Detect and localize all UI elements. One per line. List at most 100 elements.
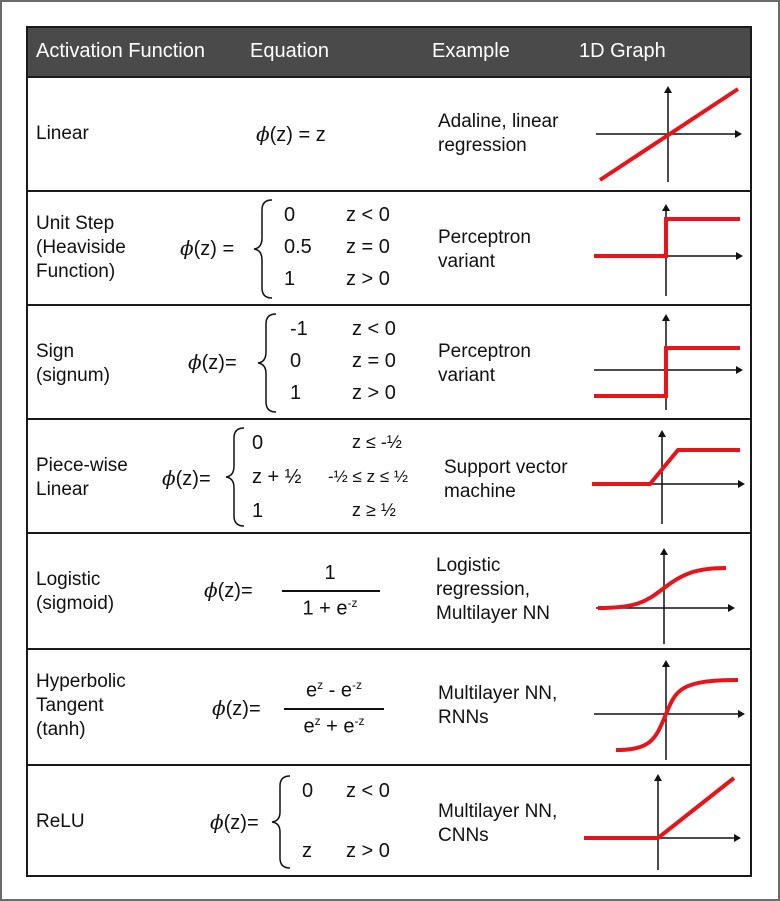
example-line: Perceptron (438, 341, 531, 362)
function-name: Hyperbolic Tangent (tanh) (36, 670, 126, 742)
function-name-line: Piece-wise (36, 455, 128, 476)
y-axis-arrow (662, 660, 670, 667)
example: Support vector machine (444, 456, 568, 504)
tanh-curve (615, 678, 739, 752)
case-value: 0 (252, 432, 264, 454)
case-condition: z = 0 (346, 236, 390, 258)
activation-functions-table: Activation Function Equation Example 1D … (26, 26, 752, 877)
case-condition: z > 0 (346, 840, 390, 862)
function-name-line: (tanh) (36, 719, 86, 740)
case-value: 1 (252, 500, 264, 522)
y-axis-arrow (662, 204, 670, 211)
step-curve (594, 217, 740, 258)
x-axis-arrow (736, 366, 743, 374)
denominator-exponent: -z (354, 714, 365, 728)
function-name-line: ReLU (36, 811, 85, 832)
x-axis-arrow (735, 130, 742, 138)
denominator-base: 1 + e (302, 597, 348, 620)
numerator-exponent: -z (352, 678, 363, 692)
row-sign: Sign (signum) ϕ(z)= -1 z < 0 0 z = 0 1 z… (28, 304, 750, 418)
function-name: ReLU (36, 810, 85, 834)
phi-symbol: ϕ (162, 466, 176, 490)
case-condition: z < 0 (346, 780, 390, 802)
example: Adaline, linear regression (438, 110, 558, 158)
header-equation: Equation (250, 40, 329, 62)
denominator-term: e (303, 715, 315, 738)
example-line: Logistic (436, 555, 501, 576)
fraction-line (282, 590, 380, 592)
function-name-line: Hyperbolic (36, 671, 126, 692)
case-value: 0 (302, 780, 314, 802)
example: Perceptron variant (438, 226, 531, 274)
case-value: 1 (290, 382, 302, 404)
equation-prefix-text: (z) = (193, 238, 235, 260)
graph-tanh (594, 660, 745, 760)
example: Perceptron variant (438, 340, 531, 388)
example-line: variant (438, 251, 496, 272)
function-name: Logistic (sigmoid) (36, 568, 114, 616)
function-name: Linear (36, 122, 89, 146)
function-name-line: (sigmoid) (36, 593, 115, 614)
row-relu: ReLU ϕ(z)= 0 z < 0 z z > 0 Multilayer NN… (28, 764, 750, 875)
equation-prefix: ϕ(z) = (180, 236, 234, 261)
fraction-denominator: 1 + e-z (280, 596, 380, 621)
equation-prefix-text: (z)= (225, 698, 261, 720)
function-name: Piece-wise Linear (36, 454, 128, 502)
equation-prefix-text: (z)= (217, 580, 253, 602)
example-line: Multilayer NN, (438, 683, 558, 704)
case-brace (225, 427, 245, 527)
function-name-line: Function) (36, 261, 116, 282)
example: Logistic regression, Multilayer NN (436, 554, 550, 626)
case-condition: z < 0 (352, 318, 396, 340)
case-brace (253, 199, 273, 299)
table-header: Activation Function Equation Example 1D … (28, 28, 750, 76)
case-condition: z = 0 (352, 350, 396, 372)
equation-prefix-text: (z)= (223, 812, 259, 834)
case-condition: -½ ≤ z ≤ ½ (328, 467, 409, 486)
case-condition: z ≥ ½ (352, 500, 396, 520)
function-name-line: Tangent (36, 695, 104, 716)
case-value: z + ½ (252, 466, 302, 488)
graph-piecewise-linear (592, 430, 745, 524)
phi-symbol: ϕ (188, 350, 202, 374)
graph-linear (596, 86, 742, 182)
case-condition: z < 0 (346, 204, 390, 226)
graph-sign (594, 314, 743, 410)
header-activation-function: Activation Function (36, 40, 205, 62)
y-axis-arrow (662, 314, 670, 321)
fraction-denominator: ez + e-z (282, 714, 386, 739)
y-axis-arrow (660, 548, 668, 555)
row-tanh: Hyperbolic Tangent (tanh) ϕ(z)= ez - e-z… (28, 648, 750, 764)
equation-rhs: (z) = z (269, 124, 326, 146)
case-value: 0.5 (284, 236, 312, 258)
example-line: Multilayer NN, (438, 801, 558, 822)
case-brace (257, 313, 277, 413)
x-axis-arrow (734, 834, 741, 842)
function-name-line: (signum) (36, 365, 110, 386)
denominator-exponent: -z (347, 596, 358, 610)
example-line: CNNs (438, 825, 489, 846)
example-line: Support vector (444, 457, 568, 478)
phi-symbol: ϕ (210, 810, 224, 834)
graph-logistic (596, 548, 735, 644)
function-name-line: (Heaviside (36, 237, 126, 258)
header-example: Example (432, 40, 510, 62)
function-name-line: Sign (36, 341, 75, 362)
case-value: -1 (290, 318, 308, 340)
x-axis-arrow (736, 252, 743, 260)
phi-symbol: ϕ (204, 578, 218, 602)
row-piecewise-linear: Piece-wise Linear ϕ(z)= 0 z ≤ -½ z + ½ -… (28, 418, 750, 532)
case-value: 0 (290, 350, 302, 372)
example-line: regression, (436, 579, 530, 600)
function-name-line: Linear (36, 123, 89, 144)
row-unit-step: Unit Step (Heaviside Function) ϕ(z) = 0 … (28, 190, 750, 304)
example-line: variant (438, 365, 496, 386)
x-axis-arrow (738, 710, 745, 718)
example-line: machine (444, 481, 516, 502)
sign-curve (594, 346, 740, 398)
row-logistic: Logistic (sigmoid) ϕ(z)= 1 1 + e-z Logis… (28, 532, 750, 648)
fraction-numerator: 1 (324, 562, 336, 584)
case-brace (271, 775, 291, 869)
row-linear: Linear ϕ(z) = z Adaline, linear regressi… (28, 76, 750, 190)
graph-relu (584, 774, 741, 870)
